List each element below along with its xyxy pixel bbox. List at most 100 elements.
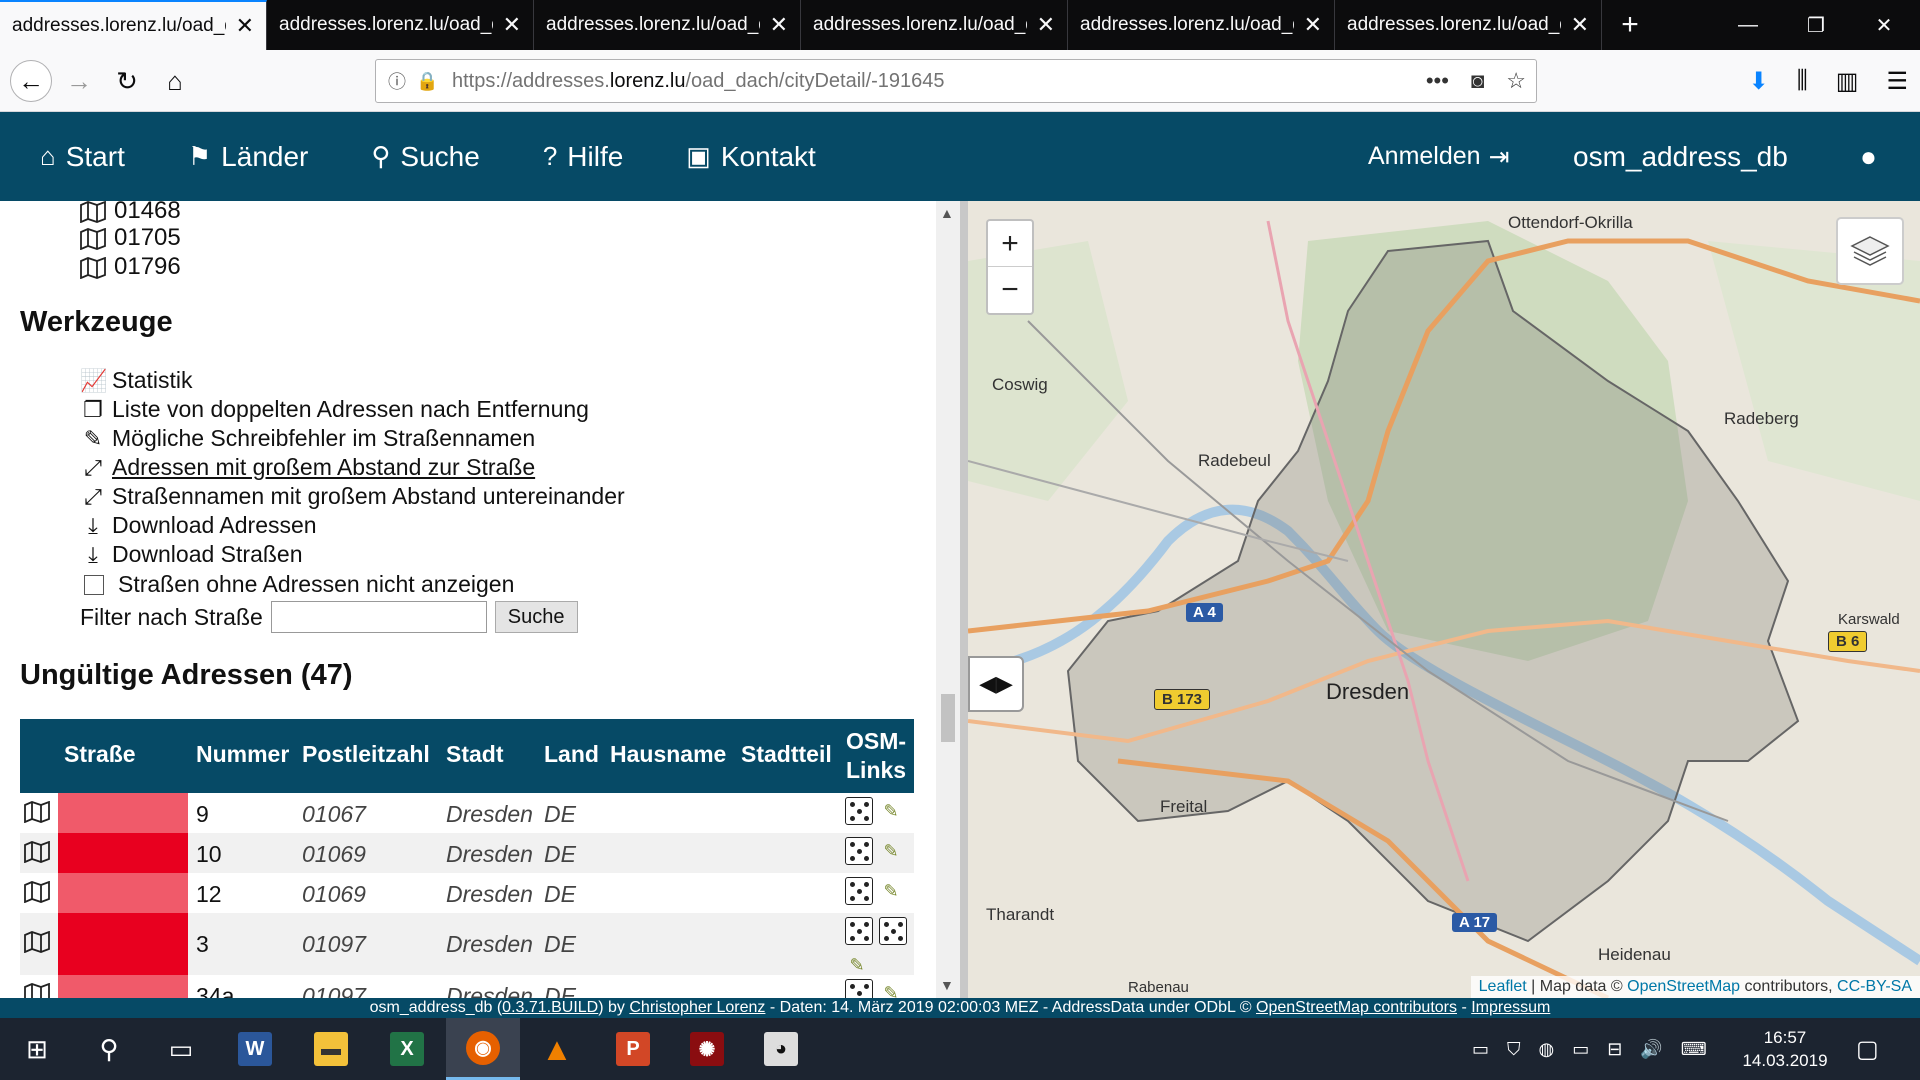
window-close-icon[interactable]: ✕: [1850, 0, 1918, 50]
download-icon[interactable]: ⬇: [1749, 67, 1769, 96]
column-header[interactable]: Nummer: [196, 741, 289, 768]
map-icon[interactable]: [24, 800, 50, 829]
nav-laender[interactable]: ⚑ Länder: [188, 141, 309, 173]
hide-empty-streets-option[interactable]: Straßen ohne Adressen nicht anzeigen: [84, 571, 514, 598]
column-header[interactable]: Stadtteil: [741, 741, 832, 768]
excel-icon[interactable]: X: [370, 1018, 444, 1080]
scrollbar-thumb[interactable]: [941, 694, 955, 742]
close-icon[interactable]: ✕: [236, 13, 254, 39]
map-icon[interactable]: [24, 840, 50, 869]
tool-street-distance[interactable]: ⤢ Straßennamen mit großem Abstand unterei…: [80, 483, 624, 510]
scroll-down-icon[interactable]: ▼: [940, 977, 954, 993]
panda-icon[interactable]: ◕: [744, 1018, 818, 1080]
url-bar[interactable]: ⓘ 🔒 https://addresses.lorenz.lu/oad_dach…: [375, 59, 1537, 103]
osm-node-icon[interactable]: [845, 877, 873, 905]
new-tab-plus-icon[interactable]: +: [1602, 0, 1658, 50]
postcode-link[interactable]: 01705: [80, 224, 181, 252]
nav-hilfe[interactable]: ? Hilfe: [543, 141, 623, 173]
page-actions-icon[interactable]: •••: [1426, 68, 1449, 94]
left-pane-scrollbar[interactable]: ▲ ▼: [936, 201, 960, 998]
volume-icon[interactable]: 🔊: [1640, 1039, 1662, 1060]
windows-start-icon[interactable]: ⊞: [0, 1018, 74, 1080]
nav-start[interactable]: ⌂ Start: [40, 141, 125, 173]
license-link[interactable]: CC-BY-SA: [1837, 978, 1912, 995]
osm-node-icon[interactable]: [879, 917, 907, 945]
tool-download-addresses[interactable]: ⤓ Download Adressen: [80, 512, 316, 539]
tool-typos[interactable]: ✎ Mögliche Schreibfehler im Straßennamen: [80, 425, 535, 452]
tool-address-distance[interactable]: ⤢ Adressen mit großem Abstand zur Straße: [80, 454, 535, 481]
osm-node-icon[interactable]: [845, 979, 873, 998]
nav-kontakt[interactable]: ▣ Kontakt: [686, 141, 816, 173]
close-icon[interactable]: ✕: [770, 12, 788, 38]
build-link[interactable]: 0.3.71.BUILD: [502, 999, 598, 1016]
close-icon[interactable]: ✕: [503, 12, 521, 38]
osm-node-icon[interactable]: [845, 837, 873, 865]
column-header[interactable]: Straße: [64, 741, 136, 768]
panel-toggle-icon[interactable]: ◀▶: [968, 656, 1024, 712]
close-icon[interactable]: ✕: [1304, 12, 1322, 38]
notification-icon[interactable]: ▢: [1856, 1018, 1879, 1080]
battery-icon[interactable]: ▭: [1572, 1039, 1589, 1060]
url-text[interactable]: https://addresses.lorenz.lu/oad_dach/cit…: [452, 70, 945, 93]
osm-node-icon[interactable]: [845, 917, 873, 945]
minimize-icon[interactable]: —: [1714, 0, 1782, 50]
map-icon[interactable]: [24, 930, 50, 959]
column-header[interactable]: Postleitzahl: [302, 741, 430, 768]
file-explorer-icon[interactable]: ▬: [294, 1018, 368, 1080]
nav-suche[interactable]: ⚲ Suche: [371, 141, 479, 173]
column-header[interactable]: Hausname: [610, 741, 726, 768]
checkbox[interactable]: [84, 574, 104, 595]
josm-edit-icon[interactable]: ✎: [879, 837, 903, 865]
osm-contributors-link[interactable]: OpenStreetMap contributors: [1256, 999, 1457, 1016]
github-icon[interactable]: ●: [1860, 141, 1877, 173]
bookmark-star-icon[interactable]: ☆: [1506, 68, 1526, 94]
tool-duplicates[interactable]: ❐ Liste von doppelten Adressen nach Entfe…: [80, 396, 589, 423]
powerpoint-icon[interactable]: P: [596, 1018, 670, 1080]
filter-input[interactable]: [270, 601, 487, 633]
home-icon[interactable]: ⌂: [154, 60, 196, 102]
leaflet-link[interactable]: Leaflet: [1479, 978, 1527, 995]
brand-link[interactable]: osm_address_db: [1573, 141, 1788, 173]
josm-edit-icon[interactable]: ✎: [879, 877, 903, 905]
browser-tab[interactable]: addresses.lorenz.lu/oad_d ✕: [267, 0, 534, 50]
browser-tab[interactable]: addresses.lorenz.lu/oad_d ✕: [1068, 0, 1335, 50]
forward-arrow-icon[interactable]: →: [58, 60, 100, 102]
column-header[interactable]: Stadt: [446, 741, 504, 768]
impressum-link[interactable]: Impressum: [1471, 999, 1550, 1016]
browser-tab[interactable]: addresses.lorenz.lu/oad_d ✕: [534, 0, 801, 50]
lock-warning-icon[interactable]: 🔒: [416, 71, 444, 92]
vlc-icon[interactable]: ▲: [520, 1018, 594, 1080]
tool-statistik[interactable]: 📈 Statistik: [80, 367, 193, 394]
keyboard-layout-icon[interactable]: ▭: [1472, 1039, 1489, 1060]
josm-edit-icon[interactable]: ✎: [879, 797, 903, 825]
network-icon[interactable]: ⊟: [1607, 1039, 1622, 1060]
scroll-up-icon[interactable]: ▲: [940, 205, 954, 221]
info-icon[interactable]: ⓘ: [388, 68, 416, 94]
pane-splitter[interactable]: [960, 201, 968, 998]
task-view-icon[interactable]: ▭: [144, 1018, 218, 1080]
layers-icon[interactable]: [1836, 217, 1904, 285]
map-icon[interactable]: [24, 880, 50, 909]
browser-tab[interactable]: addresses.lorenz.lu/oad_d ✕: [801, 0, 1068, 50]
search-icon[interactable]: ⚲: [72, 1018, 146, 1080]
app-red-icon[interactable]: ✺: [670, 1018, 744, 1080]
menu-icon[interactable]: ☰: [1886, 67, 1908, 96]
postcode-link[interactable]: 01796: [80, 253, 181, 281]
column-header[interactable]: Land: [544, 741, 599, 768]
clock[interactable]: 16:57 14.03.2019: [1740, 1026, 1830, 1072]
word-icon[interactable]: W: [218, 1018, 292, 1080]
map-icon[interactable]: [24, 982, 50, 998]
browser-tab[interactable]: addresses.lorenz.lu/oad_d ✕: [1335, 0, 1602, 50]
zoom-out-button[interactable]: −: [988, 267, 1032, 313]
author-link[interactable]: Christopher Lorenz: [629, 999, 765, 1016]
zoom-in-button[interactable]: +: [988, 221, 1032, 267]
keyboard-icon[interactable]: ⌨: [1681, 1039, 1707, 1060]
close-icon[interactable]: ✕: [1571, 12, 1589, 38]
shield-tray-icon[interactable]: ⛉: [1507, 1039, 1521, 1060]
library-icon[interactable]: ⫼: [1797, 67, 1808, 95]
filter-search-button[interactable]: Suche: [494, 601, 578, 633]
map-view[interactable]: Ottendorf-Okrilla Coswig Radeberg Radebe…: [968, 201, 1920, 998]
back-arrow-icon[interactable]: ←: [10, 60, 52, 102]
josm-edit-icon[interactable]: ✎: [879, 979, 903, 999]
pocket-icon[interactable]: ◙: [1471, 68, 1484, 94]
